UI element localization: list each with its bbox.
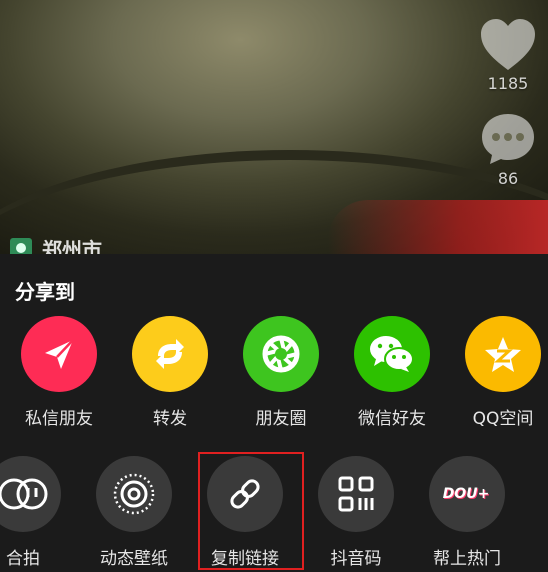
- duet-button[interactable]: 合拍: [0, 456, 73, 569]
- live-wallpaper-label: 动态壁纸: [100, 549, 168, 569]
- location-tag[interactable]: 郑州市: [10, 238, 102, 254]
- share-private-message-label: 私信朋友: [25, 409, 93, 429]
- share-sheet: 分享到 私信朋友 转发 朋友圈 微信好友 QQ空间 合拍 动态壁纸 复制链接 抖…: [0, 254, 548, 572]
- paper-plane-icon: [21, 316, 97, 392]
- dou-plus-label: 帮上热门: [433, 549, 501, 569]
- share-private-message-button[interactable]: 私信朋友: [9, 316, 109, 429]
- share-wechat-moments-label: 朋友圈: [255, 409, 307, 429]
- wechat-icon: [354, 316, 430, 392]
- repost-arrows-icon: [132, 316, 208, 392]
- qr-code-icon: [318, 456, 394, 532]
- share-wechat-friend-label: 微信好友: [358, 409, 426, 429]
- location-label: 郑州市: [42, 237, 102, 255]
- like-count: 1185: [487, 74, 529, 93]
- comment-count: 86: [497, 169, 519, 188]
- live-wallpaper-button[interactable]: 动态壁纸: [84, 456, 184, 569]
- share-repost-button[interactable]: 转发: [120, 316, 220, 429]
- dou-plus-button[interactable]: DOU+ DOU+ 帮上热门: [417, 456, 517, 569]
- dou-plus-badge-text: DOU+: [443, 486, 490, 502]
- live-wallpaper-icon: [96, 456, 172, 532]
- qzone-star-icon: [465, 316, 541, 392]
- comment-icon: [482, 114, 534, 164]
- video-frame-decoration: [328, 200, 548, 254]
- wechat-moments-icon: [243, 316, 319, 392]
- dou-plus-icon: DOU+ DOU+: [429, 456, 505, 532]
- video-player[interactable]: 1185 86 郑州市: [0, 0, 548, 254]
- duet-icon: [0, 456, 61, 532]
- share-repost-label: 转发: [153, 409, 187, 429]
- heart-icon: [481, 19, 535, 70]
- like-button[interactable]: 1185: [476, 18, 540, 93]
- share-qzone-button[interactable]: QQ空间: [453, 316, 548, 429]
- duet-label: 合拍: [6, 549, 40, 569]
- share-wechat-friend-button[interactable]: 微信好友: [342, 316, 442, 429]
- comment-button[interactable]: 86: [476, 111, 540, 188]
- share-wechat-moments-button[interactable]: 朋友圈: [231, 316, 331, 429]
- location-pin-icon: [10, 238, 32, 254]
- share-sheet-title: 分享到: [15, 280, 75, 304]
- douyin-code-button[interactable]: 抖音码: [306, 456, 406, 569]
- selection-highlight: [198, 452, 304, 570]
- video-action-rail: 1185 86: [476, 18, 540, 206]
- share-qzone-label: QQ空间: [472, 409, 534, 429]
- douyin-code-label: 抖音码: [330, 549, 382, 569]
